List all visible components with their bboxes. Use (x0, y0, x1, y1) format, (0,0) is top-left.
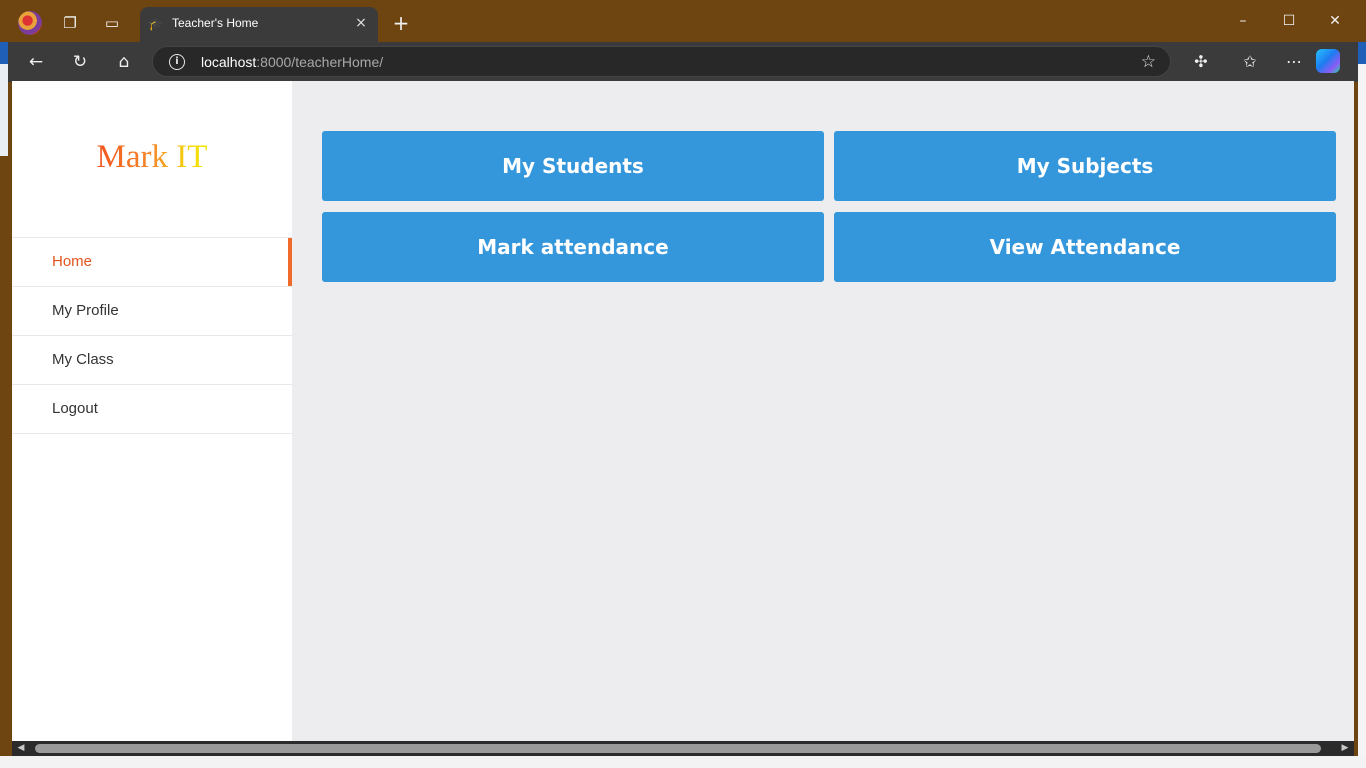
copilot-icon[interactable] (1316, 49, 1340, 73)
info-icon[interactable]: i (169, 54, 185, 70)
mark-attendance-button[interactable]: Mark attendance (322, 212, 824, 282)
star-icon[interactable]: ☆ (1141, 51, 1156, 73)
close-tab-icon[interactable]: × (352, 14, 370, 32)
favorites-icon[interactable]: ✩ (1237, 50, 1263, 74)
browser-tab[interactable]: 🎓 Teacher's Home × (140, 7, 378, 42)
more-icon[interactable]: ⋯ (1281, 50, 1307, 74)
workspaces-icon[interactable]: ❐ (59, 12, 81, 34)
desktop-edge (1358, 64, 1366, 756)
scroll-right-icon[interactable]: ▶ (1338, 741, 1352, 756)
minimize-button[interactable]: – (1228, 8, 1258, 34)
tab-actions-icon[interactable]: ▭ (101, 12, 123, 34)
desktop-edge (0, 756, 1366, 768)
sidebar-item-logout[interactable]: Logout (12, 385, 292, 434)
new-tab-button[interactable]: + (391, 12, 411, 34)
arrow-left-icon[interactable]: ← (23, 50, 49, 74)
my-students-button[interactable]: My Students (322, 131, 824, 201)
sidebar-item-my-profile[interactable]: My Profile (12, 287, 292, 336)
sidebar-item-my-class[interactable]: My Class (12, 336, 292, 385)
scrollbar-thumb[interactable] (35, 744, 1321, 753)
horizontal-scrollbar[interactable]: ◀ ▶ (12, 741, 1354, 756)
browser-title-bar: ❐ ▭ 🎓 Teacher's Home × + – ☐ ✕ (0, 0, 1366, 42)
main-content: My Students My Subjects Mark attendance … (292, 81, 1354, 741)
tab-title: Teacher's Home (172, 16, 259, 30)
maximize-button[interactable]: ☐ (1274, 8, 1304, 34)
close-window-button[interactable]: ✕ (1320, 8, 1350, 34)
desktop-edge (0, 42, 8, 64)
puzzle-icon[interactable]: ✣ (1188, 50, 1214, 74)
graduation-cap-icon: 🎓 (148, 17, 163, 31)
brand-header: Mark IT (12, 81, 292, 238)
view-attendance-button[interactable]: View Attendance (834, 212, 1336, 282)
scroll-left-icon[interactable]: ◀ (14, 741, 28, 756)
refresh-icon[interactable]: ↻ (67, 50, 93, 74)
desktop-edge (1358, 42, 1366, 64)
home-icon[interactable]: ⌂ (111, 50, 137, 74)
profile-avatar[interactable] (18, 11, 42, 35)
desktop-edge (0, 64, 8, 156)
my-subjects-button[interactable]: My Subjects (834, 131, 1336, 201)
brand-logo[interactable]: Mark IT (97, 139, 208, 180)
page-viewport: Mark IT Home My Profile My Class Logout … (12, 81, 1354, 741)
url-text[interactable]: localhost:8000/teacherHome/ (201, 54, 383, 70)
browser-toolbar: ← ↻ ⌂ i localhost:8000/teacherHome/ ☆ ✣ … (8, 42, 1358, 82)
sidebar: Mark IT Home My Profile My Class Logout (12, 81, 292, 741)
address-bar[interactable]: i localhost:8000/teacherHome/ ☆ (152, 46, 1171, 77)
sidebar-item-home[interactable]: Home (12, 238, 292, 287)
sidebar-menu: Home My Profile My Class Logout (12, 238, 292, 434)
